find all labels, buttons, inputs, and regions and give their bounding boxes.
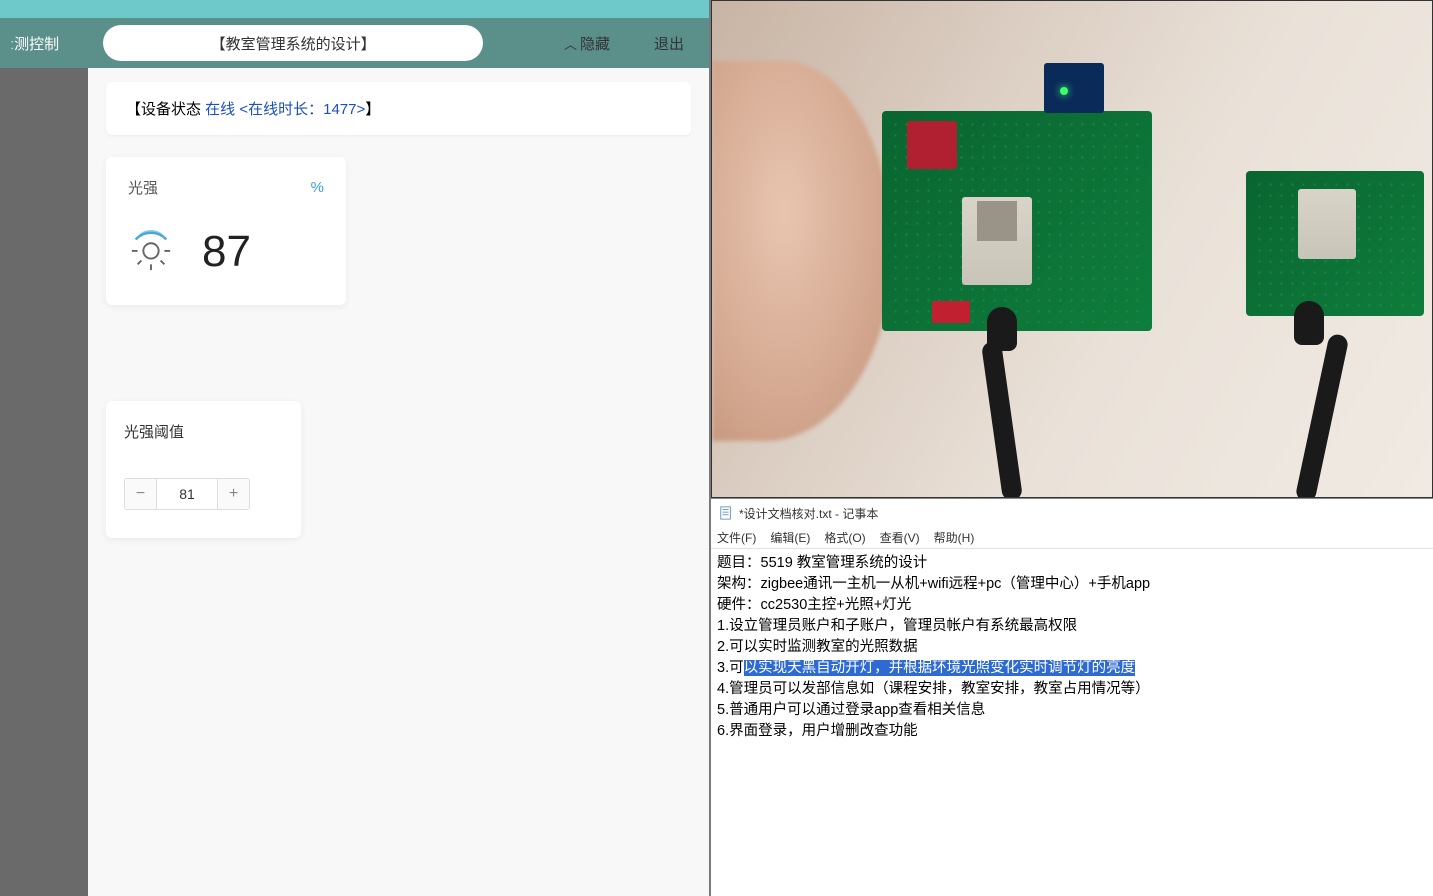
app-title-pill: 【教室管理系统的设计】 bbox=[103, 25, 483, 61]
text-line: 1.设立管理员账户和子账户，管理员帐户有系统最高权限 bbox=[717, 616, 1427, 637]
notepad-icon bbox=[719, 506, 733, 520]
status-prefix: 【设备状态 bbox=[126, 101, 205, 118]
light-intensity-card: 光强 % bbox=[106, 157, 346, 305]
app-sidebar bbox=[0, 68, 88, 896]
sun-icon bbox=[128, 226, 174, 277]
menu-edit[interactable]: 编辑(E) bbox=[770, 529, 810, 546]
mcu-chip-secondary bbox=[1298, 189, 1356, 259]
notepad-titlebar[interactable]: *设计文档核对.txt - 记事本 bbox=[711, 499, 1433, 527]
sensor-label: 光强 bbox=[128, 177, 158, 198]
right-panel: *设计文档核对.txt - 记事本 文件(F) 编辑(E) 格式(O) 查看(V… bbox=[711, 0, 1433, 896]
text-line: 3.可以实现天黑自动开灯，并根据环境光照变化实时调节灯的亮度 bbox=[717, 658, 1427, 679]
camera-feed bbox=[711, 0, 1433, 498]
menu-file[interactable]: 文件(F) bbox=[717, 529, 756, 546]
sensor-module-blue bbox=[1044, 63, 1104, 113]
menu-view[interactable]: 查看(V) bbox=[880, 529, 920, 546]
text-line: 题目：5519 教室管理系统的设计 bbox=[717, 553, 1427, 574]
text-line: 架构：zigbee通讯一主机一从机+wifi远程+pc（管理中心）+手机app bbox=[717, 574, 1427, 595]
threshold-label: 光强阈值 bbox=[124, 421, 283, 442]
app-titlebar bbox=[0, 0, 709, 18]
menu-help[interactable]: 帮助(H) bbox=[934, 529, 975, 546]
notepad-window: *设计文档核对.txt - 记事本 文件(F) 编辑(E) 格式(O) 查看(V… bbox=[711, 498, 1433, 896]
notepad-text-area[interactable]: 题目：5519 教室管理系统的设计 架构：zigbee通讯一主机一从机+wifi… bbox=[711, 549, 1433, 746]
notepad-menubar: 文件(F) 编辑(E) 格式(O) 查看(V) 帮助(H) bbox=[711, 527, 1433, 549]
nav-monitor-control[interactable]: ː测控制 bbox=[10, 33, 59, 54]
light-threshold-card: 光强阈值 − + bbox=[106, 401, 301, 538]
sensor-unit: % bbox=[311, 179, 324, 196]
text-line: 硬件：cc2530主控+光照+灯光 bbox=[717, 595, 1427, 616]
menu-format[interactable]: 格式(O) bbox=[824, 529, 865, 546]
threshold-stepper: − + bbox=[124, 478, 250, 510]
chevron-up-icon: ︿ bbox=[564, 34, 577, 53]
stepper-minus-button[interactable]: − bbox=[125, 479, 157, 509]
sensor-value: 87 bbox=[202, 227, 251, 277]
hide-button[interactable]: ︿ 隐藏 bbox=[564, 33, 610, 54]
text-line: 4.管理员可以发部信息如（课程安排，教室安排，教室占用情况等） bbox=[717, 679, 1427, 700]
hide-label: 隐藏 bbox=[580, 33, 610, 54]
exit-button[interactable]: 退出 bbox=[654, 33, 684, 54]
status-suffix: 】 bbox=[365, 101, 380, 118]
notepad-title-text: *设计文档核对.txt - 记事本 bbox=[739, 505, 878, 522]
threshold-input[interactable] bbox=[157, 479, 217, 509]
app-content: 【设备状态 在线 <在线时长：1477>】 光强 % bbox=[88, 68, 709, 896]
power-jack-2 bbox=[1294, 301, 1324, 345]
stepper-plus-button[interactable]: + bbox=[217, 479, 249, 509]
app-header: ː测控制 【教室管理系统的设计】 ︿ 隐藏 退出 bbox=[0, 18, 709, 68]
status-online-text: 在线 <在线时长：1477> bbox=[205, 101, 365, 118]
led-indicator bbox=[1060, 87, 1068, 95]
text-line: 5.普通用户可以通过登录app查看相关信息 bbox=[717, 700, 1427, 721]
sensor-module-red bbox=[907, 121, 957, 169]
selected-text: 以实现天黑自动开灯，并根据环境光照变化实时调节灯的亮度 bbox=[744, 660, 1136, 676]
management-app-window: ː测控制 【教室管理系统的设计】 ︿ 隐藏 退出 【设备状态 在线 <在线时长：… bbox=[0, 0, 711, 896]
device-status-card: 【设备状态 在线 <在线时长：1477>】 bbox=[106, 82, 691, 135]
text-line: 2.可以实时监测教室的光照数据 bbox=[717, 637, 1427, 658]
text-line: 6.界面登录，用户增删改查功能 bbox=[717, 721, 1427, 742]
